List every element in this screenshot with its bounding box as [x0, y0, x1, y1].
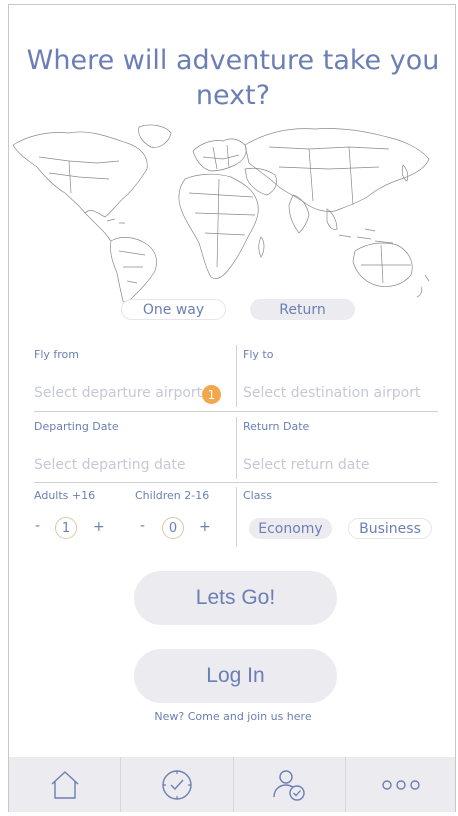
- adults-increment-button[interactable]: +: [93, 519, 105, 535]
- fly-from-input[interactable]: Select departure airport: [34, 385, 202, 401]
- children-increment-button[interactable]: +: [199, 519, 211, 535]
- children-count: 0: [162, 517, 184, 539]
- lets-go-button[interactable]: Lets Go!: [134, 571, 337, 625]
- tab-home[interactable]: [9, 757, 122, 812]
- tab-history[interactable]: [121, 757, 234, 812]
- economy-toggle[interactable]: Economy: [249, 518, 332, 539]
- row-divider: [34, 411, 438, 412]
- fly-to-label: Fly to: [243, 348, 274, 361]
- return-toggle[interactable]: Return: [250, 299, 355, 320]
- fly-from-label: Fly from: [34, 348, 79, 361]
- signup-link[interactable]: New? Come and join us here: [9, 710, 455, 723]
- children-label: Children 2-16: [135, 489, 210, 502]
- one-way-toggle[interactable]: One way: [121, 299, 226, 320]
- column-divider: [236, 487, 237, 547]
- app-screen: Where will adventure take you next? One …: [8, 4, 456, 812]
- column-divider: [236, 345, 237, 407]
- more-icon: [382, 780, 421, 790]
- clock-icon: [162, 770, 192, 800]
- tab-profile[interactable]: [234, 757, 346, 812]
- adults-label: Adults +16: [34, 489, 96, 502]
- world-map: [12, 124, 430, 303]
- business-toggle[interactable]: Business: [348, 518, 432, 539]
- notification-badge: 1: [202, 385, 221, 404]
- login-button[interactable]: Log In: [134, 649, 337, 703]
- departing-date-input[interactable]: Select departing date: [34, 457, 186, 473]
- departing-date-label: Departing Date: [34, 420, 119, 433]
- bottom-tab-bar: [9, 757, 455, 812]
- adults-decrement-button[interactable]: -: [35, 518, 40, 534]
- user-check-icon: [273, 770, 305, 801]
- column-divider: [236, 417, 237, 479]
- return-date-label: Return Date: [243, 420, 310, 433]
- tab-more[interactable]: [346, 757, 455, 812]
- adults-count: 1: [55, 517, 77, 539]
- class-label: Class: [243, 489, 272, 502]
- home-icon: [51, 771, 79, 799]
- row-divider: [34, 482, 438, 483]
- fly-to-input[interactable]: Select destination airport: [243, 385, 420, 401]
- page-title: Where will adventure take you next?: [26, 45, 440, 111]
- children-decrement-button[interactable]: -: [140, 518, 145, 534]
- return-date-input[interactable]: Select return date: [243, 457, 369, 473]
